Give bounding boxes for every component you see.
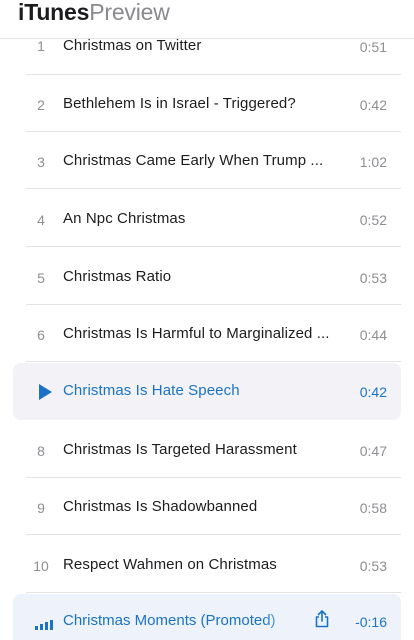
track-row-10[interactable]: 10 Respect Wahmen on Christmas 0:53	[13, 536, 401, 593]
audio-bars-icon	[35, 620, 53, 630]
itunes-preview-app: 1 Christmas on Twitter 0:51 2 Bethlehem …	[0, 0, 414, 640]
track-duration: 0:42	[359, 384, 387, 400]
now-playing-bar[interactable]: Christmas Moments (Promoted) -0:16	[13, 594, 401, 640]
now-playing-title: Christmas Moments (Promoted)	[63, 612, 276, 629]
track-number: 5	[37, 270, 45, 286]
track-row-9[interactable]: 9 Christmas Is Shadowbanned 0:58	[13, 478, 401, 535]
track-number: 4	[37, 212, 45, 228]
track-number: 6	[37, 327, 45, 343]
track-duration: 0:53	[359, 270, 387, 286]
track-duration: 0:51	[359, 39, 387, 55]
track-duration: 1:02	[359, 154, 387, 170]
track-title: Christmas on Twitter	[63, 37, 202, 54]
track-number: 8	[37, 443, 45, 459]
play-icon[interactable]	[39, 384, 52, 400]
app-header: iTunesPreview	[0, 0, 414, 39]
title-fade	[263, 604, 303, 638]
track-duration: 0:47	[359, 443, 387, 459]
track-title: Christmas Is Targeted Harassment	[63, 441, 297, 458]
track-title: Christmas Is Shadowbanned	[63, 498, 258, 515]
track-row-3[interactable]: 3 Christmas Came Early When Trump ... 1:…	[13, 132, 401, 189]
track-row-4[interactable]: 4 An Npc Christmas 0:52	[13, 190, 401, 247]
track-row-6[interactable]: 6 Christmas Is Harmful to Marginalized .…	[13, 305, 401, 362]
track-duration: 0:44	[359, 327, 387, 343]
share-icon[interactable]	[313, 610, 331, 628]
row-divider	[26, 361, 401, 362]
track-row-8[interactable]: 8 Christmas Is Targeted Harassment 0:47	[13, 421, 401, 478]
row-divider	[26, 534, 401, 535]
brand-primary: iTunes	[18, 0, 90, 25]
track-title: Christmas Ratio	[63, 268, 172, 285]
track-title: Christmas Came Early When Trump ...	[63, 152, 324, 169]
track-number: 3	[37, 154, 45, 170]
track-title: Christmas Is Hate Speech	[63, 382, 240, 399]
track-row-2[interactable]: 2 Bethlehem Is in Israel - Triggered? 0:…	[13, 75, 401, 132]
track-duration: 0:42	[359, 97, 387, 113]
time-remaining: -0:16	[355, 614, 387, 630]
row-divider	[26, 592, 401, 593]
track-row-5[interactable]: 5 Christmas Ratio 0:53	[13, 248, 401, 305]
itunes-preview-logo[interactable]: iTunesPreview	[18, 0, 170, 26]
track-title: Respect Wahmen on Christmas	[63, 556, 277, 573]
track-title: Bethlehem Is in Israel - Triggered?	[63, 95, 296, 112]
track-list: 1 Christmas on Twitter 0:51 2 Bethlehem …	[0, 0, 414, 640]
brand-secondary: Preview	[89, 0, 170, 25]
track-row-7-playing[interactable]: Christmas Is Hate Speech 0:42	[13, 363, 401, 420]
track-number: 10	[33, 558, 49, 574]
track-duration: 0:58	[359, 500, 387, 516]
track-number: 9	[37, 500, 45, 516]
track-number: 2	[37, 97, 45, 113]
row-divider	[26, 246, 401, 247]
track-duration: 0:52	[359, 212, 387, 228]
track-number: 1	[37, 38, 45, 54]
track-duration: 0:53	[359, 558, 387, 574]
row-divider	[26, 188, 401, 189]
track-title: An Npc Christmas	[63, 210, 186, 227]
track-title: Christmas Is Harmful to Marginalized ...	[63, 325, 330, 342]
